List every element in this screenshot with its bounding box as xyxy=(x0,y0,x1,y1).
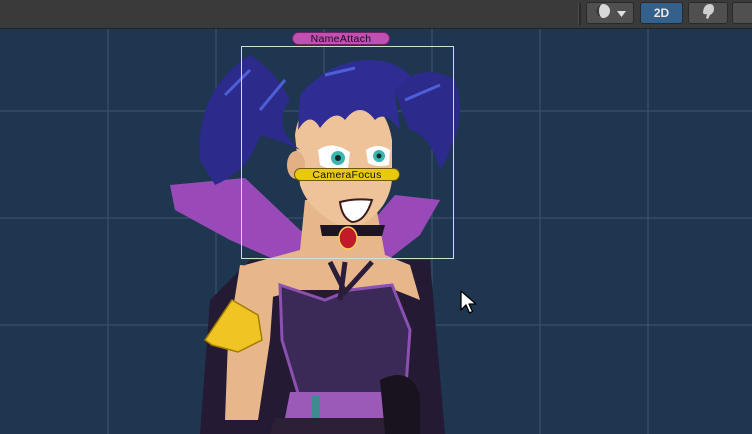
selection-bounds[interactable] xyxy=(241,46,454,259)
sphere-shading-icon xyxy=(594,2,612,25)
camera-focus-tag[interactable]: CameraFocus xyxy=(294,168,400,181)
shading-mode-dropdown[interactable] xyxy=(586,2,634,24)
audio-icon xyxy=(700,2,716,25)
toolbar-overflow-button[interactable] xyxy=(732,2,752,24)
audio-toggle-button[interactable] xyxy=(688,2,728,24)
name-attach-tag[interactable]: NameAttach xyxy=(292,32,390,45)
scene-toolbar: 2D xyxy=(0,0,752,29)
scene-viewport[interactable]: 2D NameAttach CameraFocus xyxy=(0,0,752,434)
mode-2d-toggle[interactable]: 2D xyxy=(640,2,683,24)
chevron-down-icon xyxy=(617,4,626,22)
mouse-cursor-icon xyxy=(460,290,477,314)
mode-2d-label: 2D xyxy=(653,6,670,20)
toolbar-separator xyxy=(578,3,581,25)
